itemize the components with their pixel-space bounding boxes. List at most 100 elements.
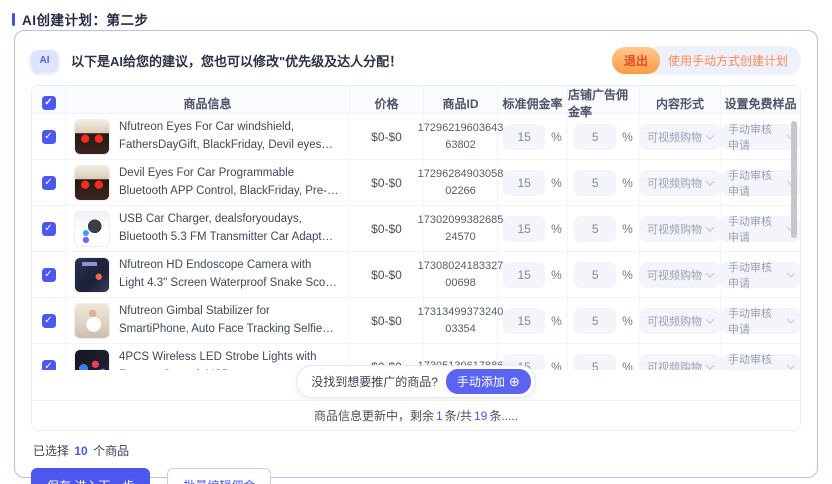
row-checkbox[interactable]: ✓ — [42, 314, 56, 328]
status-suffix: 条..... — [489, 407, 518, 424]
free-sample-select[interactable]: 手动审核申请 — [721, 216, 800, 242]
product-id-line2: 63802 — [445, 137, 476, 154]
row-checkbox[interactable]: ✓ — [42, 360, 56, 371]
percent-sign: % — [551, 176, 562, 190]
free-sample-select[interactable]: 手动审核申请 — [721, 262, 800, 288]
banner-actions: 退出 使用手动方式创建计划 — [612, 46, 801, 75]
check-icon: ✓ — [44, 178, 52, 188]
ad-commission-input[interactable]: 5 — [574, 124, 616, 150]
product-id-cell: 17313499373240 03354 — [424, 298, 498, 343]
content-format-value: 可视频购物 — [647, 359, 702, 371]
status-total-count: 19 — [474, 409, 487, 423]
banner-message: 以下是AI给您的建议，您也可以修改"优先级及达人分配！ — [71, 51, 402, 70]
row-checkbox[interactable]: ✓ — [42, 130, 56, 144]
std-commission-input[interactable]: 15 — [503, 216, 545, 242]
plus-circle-icon: ⊕ — [509, 375, 520, 388]
content-format-select[interactable]: 可视频购物 — [640, 124, 720, 150]
check-icon: ✓ — [44, 224, 52, 234]
table-body: ✓ Nfutreon Eyes For Car windshield, Fath… — [32, 114, 800, 370]
std-commission-cell: 15 % — [498, 206, 568, 251]
exit-button[interactable]: 退出 — [612, 47, 660, 74]
vertical-scrollbar[interactable] — [791, 121, 797, 238]
row-checkbox[interactable]: ✓ — [42, 222, 56, 236]
percent-sign: % — [622, 130, 633, 144]
product-id-line2: 02266 — [445, 183, 476, 200]
free-sample-cell: 手动审核申请 — [721, 298, 800, 343]
status-mid: 条/共 — [445, 407, 472, 424]
selected-prefix: 已选择 — [33, 444, 69, 458]
manual-create-plan-link[interactable]: 使用手动方式创建计划 — [644, 46, 801, 75]
ad-commission-cell: 5 % — [568, 344, 640, 370]
batch-edit-commission-button[interactable]: 批量编辑佣金 — [167, 468, 271, 484]
save-next-step-button[interactable]: 保存 进入下一步 — [31, 468, 150, 484]
percent-sign: % — [551, 222, 562, 236]
product-id-line1: 17313499373240 — [418, 304, 504, 321]
percent-sign: % — [622, 360, 633, 371]
content-format-select[interactable]: 可视频购物 — [640, 262, 720, 288]
product-id-line1: 17308024183327 — [418, 258, 504, 275]
row-checkbox[interactable]: ✓ — [42, 268, 56, 282]
table-row: ✓ USB Car Charger, dealsforyoudays, Blue… — [32, 206, 800, 252]
manual-add-pill: 没找到想要推广的商品? 手动添加 ⊕ — [296, 365, 536, 398]
ad-commission-input[interactable]: 5 — [574, 354, 616, 371]
chevron-down-icon — [706, 223, 714, 231]
table-header-row: ✓ 商品信息 价格 商品ID 标准佣金率 店铺广告佣金率 内容形式 设置免费样品 — [32, 86, 800, 114]
check-icon: ✓ — [44, 98, 52, 108]
check-icon: ✓ — [44, 316, 52, 326]
page-title: AI创建计划：第二步 — [22, 9, 149, 29]
manual-add-button[interactable]: 手动添加 ⊕ — [446, 369, 531, 394]
row-checkbox-cell: ✓ — [32, 252, 66, 297]
free-sample-select[interactable]: 手动审核申请 — [721, 124, 800, 150]
content-format-select[interactable]: 可视频购物 — [640, 170, 720, 196]
check-icon: ✓ — [44, 132, 52, 142]
product-price: $0-$0 — [350, 160, 424, 205]
product-info-cell: USB Car Charger, dealsforyoudays, Blueto… — [66, 206, 350, 251]
ad-commission-input[interactable]: 5 — [574, 170, 616, 196]
select-all-checkbox[interactable]: ✓ — [42, 96, 56, 110]
content-format-value: 可视频购物 — [647, 267, 702, 283]
status-remaining-count: 1 — [436, 409, 443, 423]
free-sample-value: 手动审核申请 — [728, 213, 783, 245]
table-body-scroll-area: ✓ Nfutreon Eyes For Car windshield, Fath… — [32, 114, 800, 370]
product-id-cell: 17308024183327 00698 — [424, 252, 498, 297]
product-id-line2: 03354 — [445, 321, 476, 338]
content-format-select[interactable]: 可视频购物 — [640, 308, 720, 334]
chevron-down-icon — [786, 269, 794, 277]
std-commission-input[interactable]: 15 — [503, 124, 545, 150]
update-status-bar: 商品信息更新中，剩余 1 条/共 19 条..... — [32, 400, 800, 430]
free-sample-select[interactable]: 手动审核申请 — [721, 308, 800, 334]
product-id-line2: 24570 — [445, 229, 476, 246]
product-title: Nfutreon Eyes For Car windshield, Father… — [119, 119, 339, 155]
content-format-select[interactable]: 可视频购物 — [640, 216, 720, 242]
ad-commission-input[interactable]: 5 — [574, 216, 616, 242]
free-sample-select[interactable]: 手动审核申请 — [721, 354, 800, 371]
chevron-down-icon — [706, 315, 714, 323]
ad-commission-cell: 5 % — [568, 298, 640, 343]
std-commission-input[interactable]: 15 — [503, 308, 545, 334]
content-format-value: 可视频购物 — [647, 221, 702, 237]
std-commission-cell: 15 % — [498, 114, 568, 159]
product-title: Nfutreon HD Endoscope Camera with Light … — [119, 257, 339, 293]
product-id-cell: 17302099382685 24570 — [424, 206, 498, 251]
ai-chat-bubble-icon: AI — [31, 50, 58, 71]
std-commission-cell: 15 % — [498, 252, 568, 297]
chevron-down-icon — [706, 361, 714, 369]
selected-count: 10 — [74, 444, 87, 458]
chevron-down-icon — [786, 361, 794, 369]
row-checkbox-cell: ✓ — [32, 344, 66, 370]
ad-commission-input[interactable]: 5 — [574, 262, 616, 288]
free-sample-value: 手动审核申请 — [728, 259, 783, 291]
ad-commission-input[interactable]: 5 — [574, 308, 616, 334]
row-checkbox[interactable]: ✓ — [42, 176, 56, 190]
product-table: ✓ 商品信息 价格 商品ID 标准佣金率 店铺广告佣金率 内容形式 设置免费样品… — [31, 85, 801, 431]
percent-sign: % — [622, 176, 633, 190]
free-sample-select[interactable]: 手动审核申请 — [721, 170, 800, 196]
std-commission-input[interactable]: 15 — [503, 262, 545, 288]
content-format-cell: 可视频购物 — [640, 206, 721, 251]
product-id-cell: 17296219603643 63802 — [424, 114, 498, 159]
content-format-select[interactable]: 可视频购物 — [640, 354, 720, 371]
product-id-cell: 17296284903058 02266 — [424, 160, 498, 205]
std-commission-input[interactable]: 15 — [503, 170, 545, 196]
product-title: Devil Eyes For Car Programmable Bluetoot… — [119, 165, 339, 201]
percent-sign: % — [622, 314, 633, 328]
